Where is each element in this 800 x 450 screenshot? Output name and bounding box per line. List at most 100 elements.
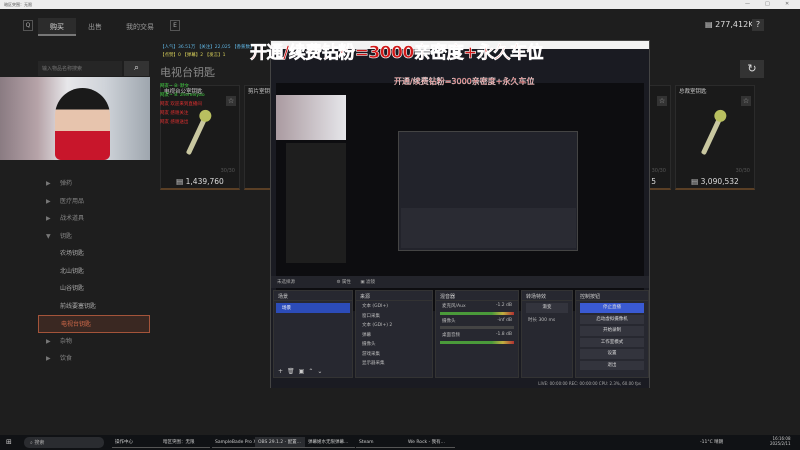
expand-arrow-icon: ▶ <box>46 215 51 222</box>
source-item[interactable]: 游戏采集 <box>356 349 432 359</box>
key-hint-e[interactable]: E <box>170 20 180 31</box>
nested-banner: 开通/续费钻粉=3000亲密度+永久车位 <box>394 77 535 86</box>
taskbar-app[interactable]: 弹幕姬水无限弹幕... <box>305 437 355 448</box>
chat-message: 网友~ 8: zhemeiyao <box>160 93 205 98</box>
volume-meter[interactable] <box>440 311 514 315</box>
sources-dock: 来源 文本 (GDI+) 窗口采集 文本 (GDI+) 2 弹幕 摄像头 游戏采… <box>355 290 433 378</box>
windows-start-icon[interactable]: ⊞ <box>6 438 12 446</box>
transition-select[interactable]: 渐变 <box>526 303 568 313</box>
taskbar-app[interactable]: We Rock - 我有... <box>405 437 455 448</box>
settings-button[interactable]: 设置 <box>580 349 644 359</box>
search-icon: ⌕ <box>133 63 140 73</box>
volume-meter[interactable] <box>440 326 514 329</box>
clock[interactable]: 16:16:08 2025/2/11 <box>770 436 791 446</box>
stream-stats: 【人气】36.51万 【关注】22,025 【香蕉数】4 【点赞】0 【弹幕】2… <box>160 44 257 60</box>
virtual-camera-button[interactable]: 启动虚拟摄像机 <box>580 314 644 324</box>
expand-arrow-icon: ▶ <box>46 355 51 362</box>
source-item[interactable]: 弹幕 <box>356 330 432 340</box>
subcategory-farm-keys[interactable]: 农场钥匙 <box>38 245 150 263</box>
dock-title: 控制按钮 <box>576 291 648 301</box>
item-card[interactable]: 总裁室钥匙 ☆ 30/30 ▤ 3,090,532 <box>675 85 755 190</box>
category-food[interactable]: ▶ 饮食 <box>38 350 150 368</box>
mixer-channel: 麦克风/Aux -1.2 dB <box>442 303 512 309</box>
subcategory-northridge-keys[interactable]: 北山钥匙 <box>38 263 150 281</box>
mixer-channel: 桌面音频 -1.8 dB <box>442 332 512 338</box>
subcategory-valley-keys[interactable]: 山谷钥匙 <box>38 280 150 298</box>
taskbar-app[interactable]: OBS 29.1.2 - 配置... <box>255 437 305 448</box>
exit-button[interactable]: 退出 <box>580 360 644 370</box>
subcategory-fortress-keys[interactable]: 前线要塞钥匙 <box>38 298 150 316</box>
scene-item[interactable]: 场景 <box>276 303 350 313</box>
preview-game-sidebar <box>286 143 346 263</box>
expand-arrow-icon: ▶ <box>46 337 51 345</box>
transitions-dock: 转场特效 渐变 时长 300 ms <box>521 290 573 378</box>
scene-controls[interactable]: +🗑▣⌃⌄ <box>278 368 326 375</box>
source-item[interactable]: 显示器采集 <box>356 358 432 368</box>
weather[interactable]: -11°C 晴朗 <box>700 439 723 445</box>
chat-message: 网友 欢迎来到直播间 <box>160 102 202 107</box>
category-ammo[interactable]: ▶ 弹药 <box>38 175 150 193</box>
no-source-label: 未选择源 <box>277 280 295 285</box>
category-title: 电视台钥匙 <box>160 66 215 79</box>
volume-meter[interactable] <box>440 340 514 344</box>
key-hint-q[interactable]: Q <box>23 20 33 31</box>
dock-title: 场景 <box>274 291 352 301</box>
star-icon[interactable]: ☆ <box>741 96 751 106</box>
search-input[interactable] <box>38 61 122 76</box>
stats-line: 【点赞】0 【弹幕】2 【发言】1 <box>160 53 226 58</box>
stats-line: 【人气】36.51万 【关注】22,025 【香蕉数】4 <box>160 45 258 50</box>
maximize-button[interactable]: □ <box>765 1 770 7</box>
window-title: 暗区突围：无限 <box>4 2 32 7</box>
controls-dock: 控制按钮 停止直播 启动虚拟摄像机 开始录制 工作室模式 设置 退出 <box>575 290 649 378</box>
taskbar-search[interactable]: ⌕ 搜索 <box>24 437 104 448</box>
item-stock: 30/30 <box>651 168 666 174</box>
taskbar-app[interactable]: 操作中心 <box>112 437 162 448</box>
taskbar-app[interactable]: Steam <box>356 437 406 448</box>
taskbar-app[interactable]: 暗区突围：无限 <box>160 437 210 448</box>
obs-window: 开通/续费钻粉=3000亲密度+永久车位 未选择源 ⚙ 属性 ▣ 滤镜 场景 场… <box>270 40 650 388</box>
source-item[interactable]: 摄像头 <box>356 339 432 349</box>
category-tactical[interactable]: ▶ 战术道具 <box>38 210 150 228</box>
nested-obs-docks <box>401 208 576 248</box>
category-misc[interactable]: ▶ 杂物 <box>38 333 150 351</box>
chat-message: 网友 感谢送出 <box>160 120 189 125</box>
expand-arrow-icon: ▶ <box>46 180 51 187</box>
expand-arrow-icon: ▶ <box>46 197 51 205</box>
refresh-button[interactable]: ↻ <box>740 60 764 78</box>
source-item[interactable]: 文本 (GDI+) <box>356 301 432 311</box>
window-titlebar: 暗区突围：无限 — □ ✕ <box>0 0 800 9</box>
streamer-figure <box>55 88 110 160</box>
star-icon[interactable]: ☆ <box>657 96 667 106</box>
item-price: ▤ 3,090,532 <box>691 177 739 186</box>
search-button[interactable]: ⌕ <box>124 61 149 76</box>
minimize-button[interactable]: — <box>745 1 750 7</box>
obs-source-toolbar: 未选择源 ⚙ 属性 ▣ 滤镜 <box>271 276 649 288</box>
stop-streaming-button[interactable]: 停止直播 <box>580 303 644 313</box>
money-icon: ▤ <box>705 20 716 29</box>
taskbar: ⊞ ⌕ 搜索 操作中心 暗区突围：无限 SampleBade Pro X... … <box>0 435 800 450</box>
item-name: 总裁室钥匙 <box>679 89 707 95</box>
start-recording-button[interactable]: 开始录制 <box>580 326 644 336</box>
source-item[interactable]: 文本 (GDI+) 2 <box>356 320 432 330</box>
dock-title: 混音器 <box>436 291 518 301</box>
tab-buy[interactable]: 购买 <box>38 18 76 36</box>
studio-mode-button[interactable]: 工作室模式 <box>580 337 644 347</box>
close-button[interactable]: ✕ <box>785 1 789 7</box>
tab-sell[interactable]: 出售 <box>78 18 112 36</box>
properties-button[interactable]: ⚙ 属性 <box>336 280 350 285</box>
category-medical[interactable]: ▶ 医疗用品 <box>38 193 150 211</box>
item-stock: 30/30 <box>220 168 235 174</box>
scenes-dock: 场景 场景 +🗑▣⌃⌄ <box>273 290 353 378</box>
dock-title: 转场特效 <box>522 291 572 301</box>
category-keys[interactable]: ▼ 钥匙 <box>38 228 150 246</box>
refresh-icon: ↻ <box>747 62 757 75</box>
duration-field[interactable]: 时长 300 ms <box>522 315 572 325</box>
dock-title: 来源 <box>356 291 432 301</box>
source-item[interactable]: 窗口采集 <box>356 311 432 321</box>
tab-my-trades[interactable]: 我的交易 <box>115 18 165 36</box>
filters-button[interactable]: ▣ 滤镜 <box>360 280 375 285</box>
help-button[interactable]: ? <box>752 19 764 31</box>
subcategory-tv-station-keys[interactable]: 电视台钥匙 <box>38 315 150 333</box>
danmaku-chat: 网友~ 8: 默文 网友~ 8: zhemeiyao 网友 欢迎来到直播间 网友… <box>160 82 270 127</box>
chat-message: 网友~ 8: 默文 <box>160 84 190 89</box>
